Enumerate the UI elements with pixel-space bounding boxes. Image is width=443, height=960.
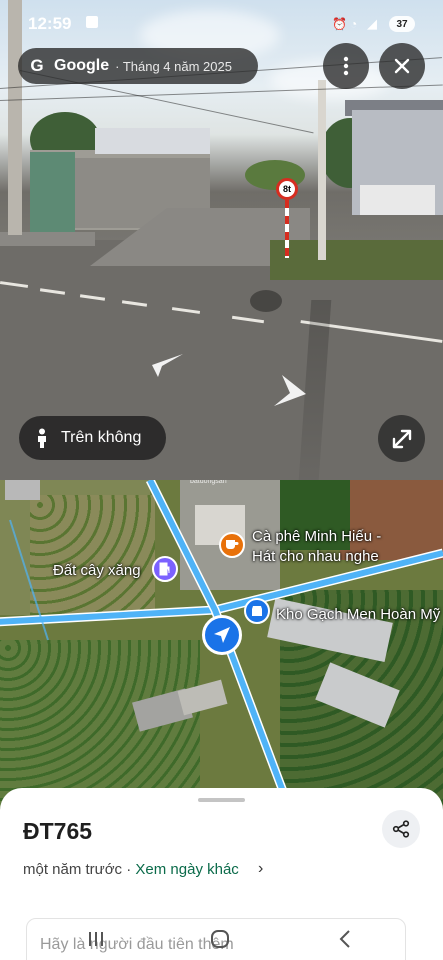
notification-icon <box>86 16 98 28</box>
navigate-left-arrow-icon[interactable] <box>150 352 184 378</box>
aerial-view-label: Trên không <box>61 429 142 446</box>
house-wall <box>360 185 435 215</box>
google-logo-icon: G <box>30 56 44 75</box>
system-navigation-bar <box>0 918 443 960</box>
more-vert-icon <box>343 56 349 76</box>
gas-station-icon[interactable] <box>152 556 178 582</box>
wifi-icon: ◔ <box>350 17 358 31</box>
drag-handle[interactable] <box>198 798 245 802</box>
close-icon <box>394 58 410 74</box>
aerial-view-button[interactable]: Trên không <box>19 416 166 460</box>
battery-icon: 37 <box>389 16 415 32</box>
status-bar: 12:59 ⏰ ◔ ◢ 37 <box>0 10 443 38</box>
current-location-button[interactable] <box>202 615 242 655</box>
sign-post <box>285 200 289 258</box>
capture-info: một năm trước · Xem ngày khác <box>23 861 239 878</box>
grass <box>270 240 443 280</box>
share-icon <box>392 820 410 838</box>
poi-label-store[interactable]: Kho Gạch Men Hoàn Mỹ <box>276 606 440 623</box>
recent-apps-icon <box>89 932 103 946</box>
recent-apps-button[interactable] <box>76 924 116 954</box>
alarm-icon: ⏰ <box>332 17 347 31</box>
home-icon <box>211 930 229 948</box>
expand-icon <box>392 429 411 448</box>
building <box>30 152 75 232</box>
street-view-cursor <box>250 290 282 312</box>
utility-pole <box>318 80 326 260</box>
status-time: 12:59 <box>28 14 72 33</box>
speed-limit-sign: 8t <box>276 178 298 200</box>
navigate-right-arrow-icon[interactable] <box>272 374 308 408</box>
street-view-title: G Google · Tháng 4 năm 2025 <box>18 48 258 84</box>
place-title: ĐT765 <box>23 818 93 844</box>
capture-date: · Tháng 4 năm 2025 <box>115 58 232 74</box>
street-view-panorama[interactable]: 8t 12:59 ⏰ ◔ ◢ 37 G Google · Tháng 4 năm… <box>0 0 443 480</box>
billboard <box>95 128 210 154</box>
google-brand: Google <box>54 57 110 74</box>
store-icon[interactable] <box>244 598 270 624</box>
more-options-button[interactable] <box>323 43 369 89</box>
poi-label-gas-station[interactable]: Đất cây xăng <box>53 562 141 579</box>
back-icon <box>339 930 350 948</box>
power-line <box>0 84 443 101</box>
watermark: batdongsan <box>190 480 227 485</box>
person-icon <box>38 428 46 448</box>
chevron-right-icon[interactable]: › <box>258 860 263 878</box>
signal-icon: ◢ <box>367 16 377 31</box>
fullscreen-button[interactable] <box>378 415 425 462</box>
poi-label-coffee[interactable]: Cà phê Minh Hiếu - <box>252 528 381 545</box>
see-other-dates-link[interactable]: Xem ngày khác <box>135 861 238 878</box>
back-button[interactable] <box>325 924 365 954</box>
poi-label-coffee-2[interactable]: Hát cho nhau nghe <box>252 548 379 565</box>
share-button[interactable] <box>382 810 420 848</box>
navigation-arrow-icon <box>214 627 230 643</box>
close-button[interactable] <box>379 43 425 89</box>
home-button[interactable] <box>200 924 240 954</box>
capture-age: một năm trước · <box>23 861 132 878</box>
coffee-icon[interactable] <box>219 532 245 558</box>
